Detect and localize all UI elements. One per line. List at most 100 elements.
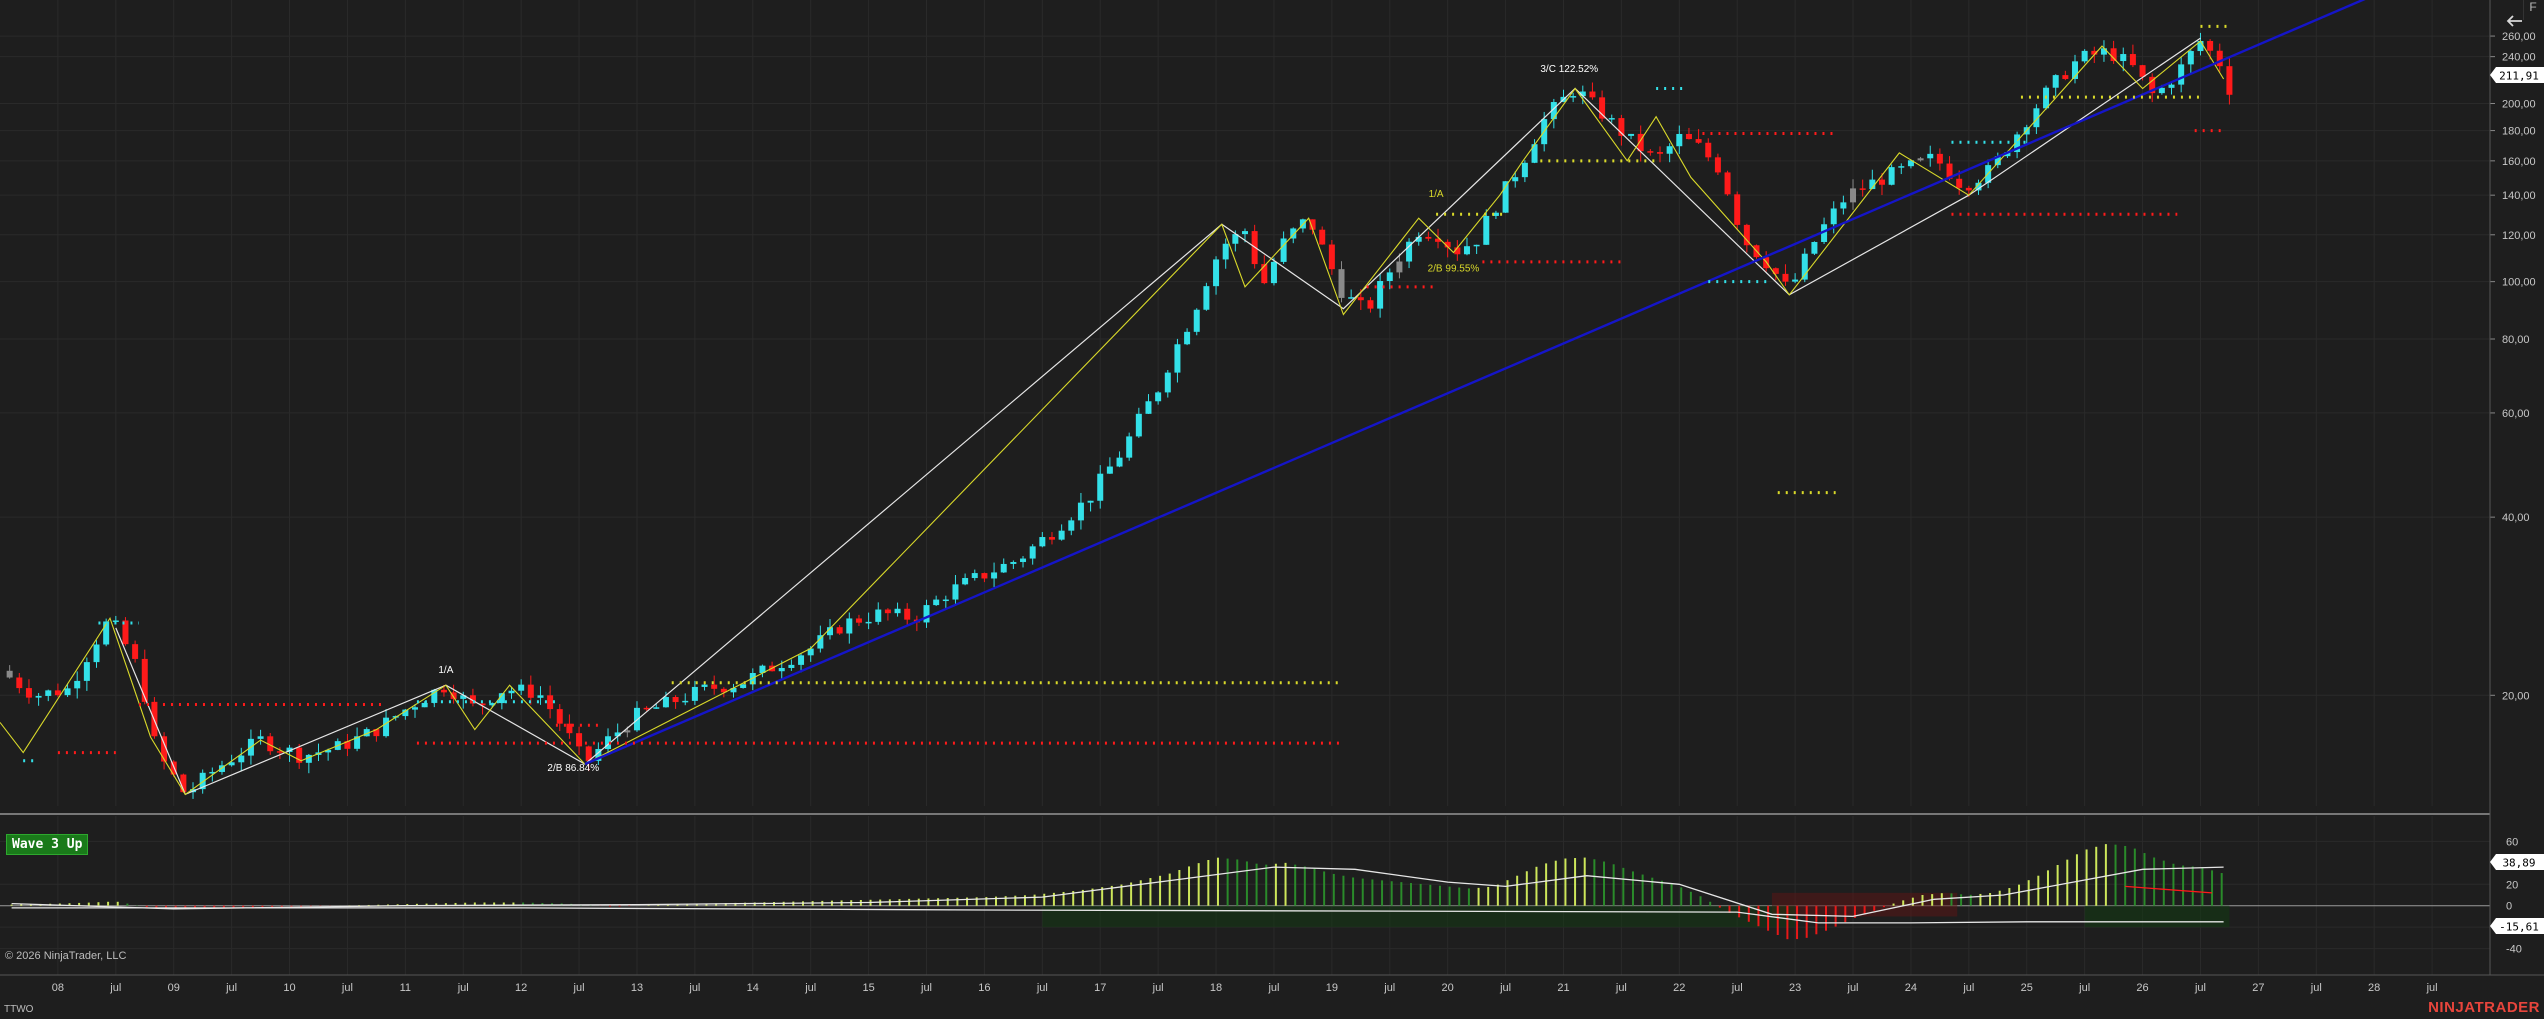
candle-body[interactable] [1058, 530, 1065, 540]
candle-body[interactable] [1242, 231, 1248, 235]
candle-body[interactable] [875, 609, 882, 622]
candle-body[interactable] [556, 709, 563, 724]
candle-body[interactable] [2158, 87, 2165, 94]
candle-body[interactable] [1676, 133, 1683, 147]
candle-body[interactable] [1338, 269, 1345, 298]
candle-body[interactable] [1965, 187, 1972, 191]
candle-body[interactable] [440, 689, 447, 693]
candle-body[interactable] [711, 684, 718, 689]
candle-body[interactable] [1039, 537, 1046, 547]
candle-body[interactable] [1647, 151, 1654, 153]
candle-body[interactable] [1830, 208, 1837, 225]
candle-body[interactable] [691, 686, 698, 701]
candle-body[interactable] [257, 736, 264, 739]
candle-body[interactable] [508, 690, 515, 694]
candle-body[interactable] [1734, 194, 1741, 225]
candle-body[interactable] [904, 608, 911, 620]
candle-body[interactable] [1695, 139, 1702, 143]
candle-body[interactable] [1261, 264, 1268, 284]
candle-body[interactable] [1319, 229, 1326, 245]
candle-body[interactable] [662, 697, 669, 708]
candle-body[interactable] [884, 609, 891, 614]
candle-body[interactable] [1213, 259, 1220, 287]
candle-body[interactable] [421, 702, 428, 708]
candle-body[interactable] [846, 618, 853, 634]
candle-body[interactable] [2187, 51, 2194, 65]
candle-body[interactable] [2216, 50, 2223, 67]
candle-body[interactable] [971, 573, 978, 579]
candle-body[interactable] [1936, 153, 1943, 164]
candle-body[interactable] [1106, 466, 1113, 474]
candle-body[interactable] [1155, 392, 1162, 402]
candle-body[interactable] [1348, 297, 1355, 299]
candle-body[interactable] [1000, 563, 1007, 573]
candle-body[interactable] [1792, 279, 1799, 282]
candle-body[interactable] [1396, 261, 1403, 273]
candle-body[interactable] [1714, 157, 1721, 173]
candle-body[interactable] [798, 655, 805, 665]
candle-body[interactable] [817, 635, 824, 649]
candle-body[interactable] [1184, 331, 1191, 345]
candle-body[interactable] [1010, 562, 1017, 564]
candle-body[interactable] [2062, 75, 2069, 79]
candle-body[interactable] [132, 644, 139, 659]
candle-body[interactable] [527, 684, 534, 698]
candle-body[interactable] [633, 707, 640, 731]
candle-body[interactable] [1657, 152, 1663, 154]
candle-body[interactable] [566, 723, 573, 734]
candle-body[interactable] [537, 695, 544, 698]
candle-body[interactable] [2100, 48, 2107, 55]
candle-body[interactable] [1666, 146, 1673, 154]
candle-body[interactable] [1425, 236, 1432, 239]
candle-body[interactable] [962, 578, 969, 585]
candle-body[interactable] [93, 644, 100, 663]
candle-body[interactable] [1164, 372, 1171, 393]
candle-body[interactable] [74, 680, 81, 689]
candle-body[interactable] [2110, 48, 2117, 62]
candle-body[interactable] [2129, 54, 2136, 66]
candle-body[interactable] [1077, 502, 1084, 521]
candle-body[interactable] [547, 695, 554, 710]
candle-body[interactable] [1048, 537, 1055, 540]
candle-body[interactable] [1222, 243, 1229, 260]
candle-body[interactable] [1087, 500, 1094, 503]
candle-body[interactable] [1473, 244, 1480, 247]
candle-body[interactable] [1917, 158, 1924, 161]
candle-body[interactable] [1782, 273, 1789, 282]
candle-body[interactable] [2120, 54, 2127, 62]
candle-body[interactable] [2168, 84, 2175, 88]
candle-body[interactable] [933, 599, 940, 606]
candle-body[interactable] [1357, 297, 1364, 301]
candle-body[interactable] [1850, 188, 1857, 203]
candle-body[interactable] [1705, 142, 1712, 158]
candle-body[interactable] [1097, 473, 1104, 501]
candle-body[interactable] [2081, 50, 2088, 62]
candle-body[interactable] [991, 572, 998, 579]
candle-body[interactable] [1020, 558, 1027, 563]
candle-body[interactable] [64, 688, 71, 696]
candle-body[interactable] [1811, 241, 1818, 254]
candle-body[interactable] [518, 684, 525, 691]
chart-canvas[interactable]: 2/B 86.84%1/A1/A2/B 99.55%3/C 122.52% 08… [0, 0, 2544, 1019]
candle-body[interactable] [35, 695, 42, 698]
candle-body[interactable] [1126, 436, 1133, 458]
candle-body[interactable] [981, 573, 988, 579]
candle-body[interactable] [643, 707, 650, 710]
candle-body[interactable] [83, 662, 90, 681]
candle-body[interactable] [1377, 280, 1384, 309]
candle-body[interactable] [1724, 172, 1731, 195]
candle-body[interactable] [2178, 64, 2185, 85]
candle-body[interactable] [653, 707, 660, 709]
candle-body[interactable] [141, 658, 148, 702]
candle-body[interactable] [1898, 166, 1905, 168]
candle-body[interactable] [2052, 75, 2059, 88]
candle-body[interactable] [672, 697, 679, 703]
candle-body[interactable] [1386, 272, 1393, 281]
candle-body[interactable] [1599, 97, 1606, 119]
candle-body[interactable] [2226, 66, 2233, 95]
corner-button[interactable]: F [2523, 0, 2542, 20]
candle-body[interactable] [6, 670, 13, 678]
candle-body[interactable] [701, 684, 708, 687]
candle-body[interactable] [2139, 65, 2146, 77]
candle-body[interactable] [740, 684, 747, 688]
